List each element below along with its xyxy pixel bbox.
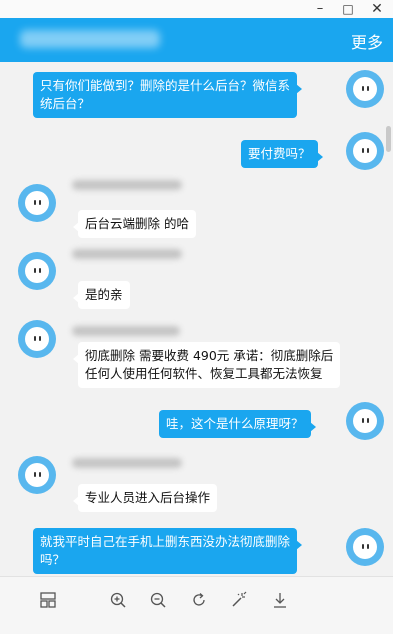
contact-avatar[interactable] (18, 456, 56, 494)
message-line: 专业人员进入后台操作 (85, 490, 211, 505)
layout-icon[interactable] (36, 591, 60, 615)
sender-name-blurred (72, 249, 182, 259)
maximize-button[interactable]: □ (332, 0, 364, 18)
magic-wand-icon[interactable] (227, 591, 251, 615)
avatar-face-icon (25, 191, 49, 215)
avatar-face-icon (25, 259, 49, 283)
bottom-toolbar (0, 576, 393, 634)
rotate-icon[interactable] (187, 591, 211, 615)
avatar-face-icon (25, 463, 49, 487)
message-bubble-outgoing[interactable]: 就我平时自己在手机上删东西没办法彻底删除 吗？ (33, 528, 303, 574)
avatar-face-icon (353, 409, 377, 433)
more-button[interactable]: 更多 (351, 29, 383, 53)
message-line: 是的亲 (85, 287, 123, 302)
scrollbar-thumb[interactable] (386, 126, 391, 152)
message-line: 要付费吗？ (248, 146, 311, 161)
avatar-face-icon (25, 327, 49, 351)
sender-name-blurred (72, 326, 180, 336)
contact-avatar[interactable] (18, 184, 56, 222)
message-line: 哇，这个是什么原理呀？ (166, 416, 304, 431)
sender-name-blurred (72, 180, 182, 190)
message-line: 统后台？ (40, 96, 91, 111)
self-avatar[interactable] (346, 132, 384, 170)
contact-avatar[interactable] (18, 252, 56, 290)
message-bubble-outgoing[interactable]: 只有你们能做到？删除的是什么后台？微信系 统后台？ (33, 72, 303, 118)
message-bubble-incoming[interactable]: 后台云端删除 的哈 (73, 210, 196, 238)
message-bubble-outgoing[interactable]: 哇，这个是什么原理呀？ (159, 410, 316, 438)
message-line: 彻底删除 需要收费 490元 承诺：彻底删除后 (85, 348, 334, 363)
sender-name-blurred (72, 458, 182, 468)
message-line: 吗？ (40, 552, 66, 567)
message-line: 任何人使用任何软件、恢复工具都无法恢复 (85, 366, 323, 381)
self-avatar[interactable] (346, 528, 384, 566)
contact-name-blurred (20, 30, 160, 48)
avatar-face-icon (353, 139, 377, 163)
zoom-out-icon[interactable] (146, 591, 170, 615)
message-bubble-incoming[interactable]: 彻底删除 需要收费 490元 承诺：彻底删除后 任何人使用任何软件、恢复工具都无… (72, 342, 341, 388)
message-bubble-outgoing[interactable]: 要付费吗？ (241, 140, 323, 168)
self-avatar[interactable] (346, 70, 384, 108)
message-bubble-incoming[interactable]: 是的亲 (73, 281, 130, 309)
message-line: 只有你们能做到？删除的是什么后台？微信系 (40, 78, 291, 93)
message-line: 就我平时自己在手机上删东西没办法彻底删除 (40, 534, 291, 549)
download-icon[interactable] (268, 591, 292, 615)
message-bubble-incoming[interactable]: 专业人员进入后台操作 (72, 484, 218, 512)
chat-header: 更多 (0, 18, 393, 62)
close-button[interactable]: ✕ (361, 0, 393, 18)
avatar-face-icon (353, 77, 377, 101)
chat-area[interactable]: 只有你们能做到？删除的是什么后台？微信系 统后台？ 要付费吗？ 后台云端删除 的… (0, 62, 393, 576)
window-titlebar: – □ ✕ (0, 0, 393, 18)
zoom-in-icon[interactable] (106, 591, 130, 615)
avatar-face-icon (353, 535, 377, 559)
contact-avatar[interactable] (18, 320, 56, 358)
self-avatar[interactable] (346, 402, 384, 440)
message-line: 后台云端删除 的哈 (85, 216, 189, 231)
